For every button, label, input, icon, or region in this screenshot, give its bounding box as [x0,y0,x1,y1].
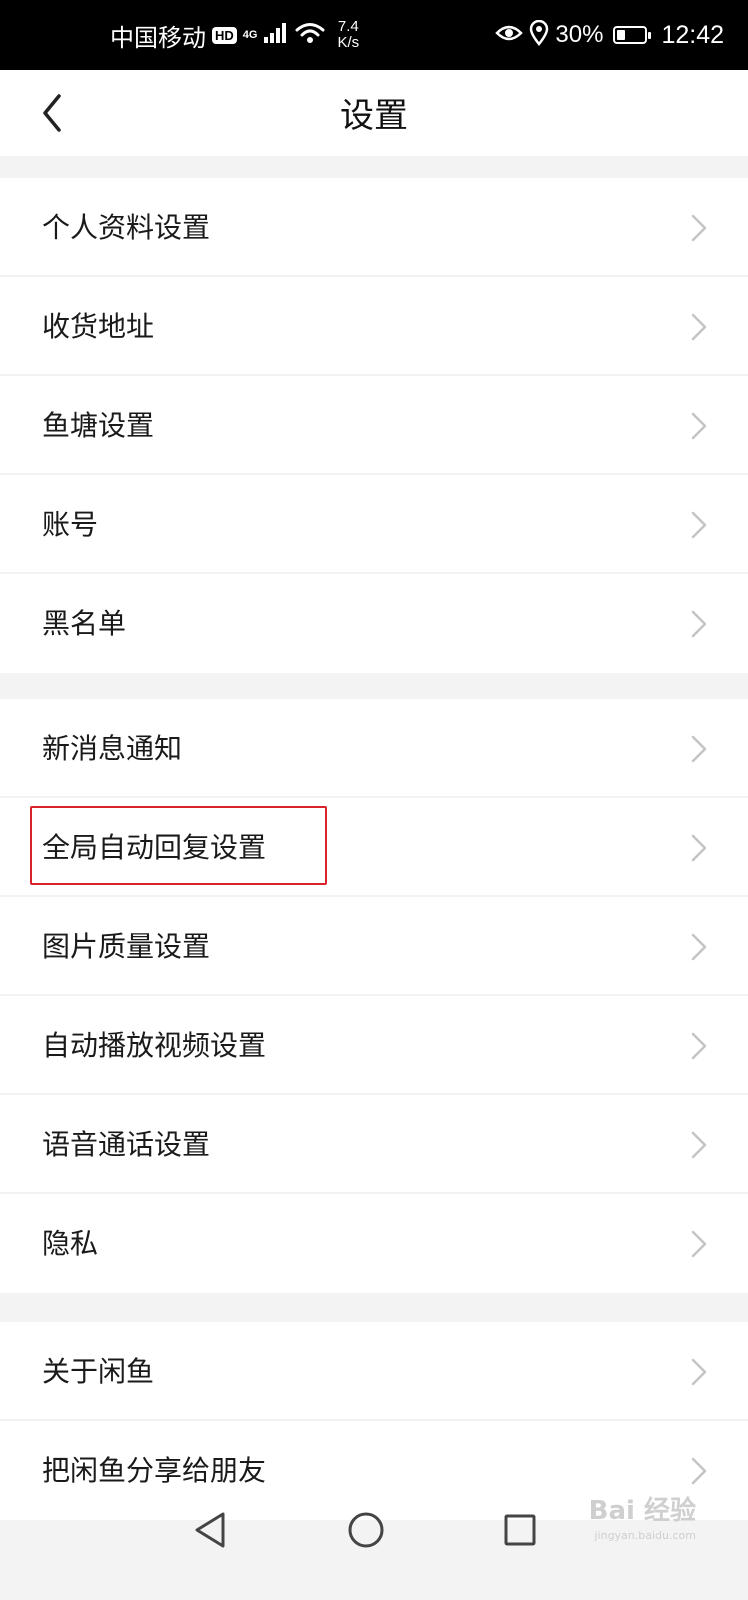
battery-percent: 30% [555,21,604,48]
settings-item-label: 鱼塘设置 [42,409,155,442]
header: 设置 [0,70,748,156]
status-right: 30% 12:42 [495,0,724,70]
watermark: Bai 经验 jingyan.baidu.com [589,1490,696,1542]
settings-item-voice-call[interactable]: 语音通话设置 [0,1095,748,1194]
home-circle-icon [348,1512,384,1548]
settings-item-label: 关于闲鱼 [42,1355,155,1388]
hd-badge: HD [212,26,237,44]
chevron-right-icon [691,412,707,440]
settings-group-general: 新消息通知 全局自动回复设置 图片质量设置 自动播放视频设置 语音通话设置 隐私 [0,699,748,1293]
settings-item-label: 语音通话设置 [42,1128,211,1161]
chevron-left-icon [43,94,61,132]
chevron-right-icon [691,610,707,638]
settings-item-label: 收货地址 [42,310,155,343]
network-type: 4G [242,28,258,41]
system-recents-button[interactable] [496,1506,544,1554]
chevron-right-icon [691,933,707,961]
settings-group-account: 个人资料设置 收货地址 鱼塘设置 账号 黑名单 [0,178,748,673]
settings-item-privacy[interactable]: 隐私 [0,1194,748,1293]
settings-item-label: 图片质量设置 [42,930,211,963]
back-triangle-icon [195,1512,225,1548]
settings-item-label: 账号 [42,508,99,541]
settings-item-image-quality[interactable]: 图片质量设置 [0,897,748,996]
settings-item-label: 个人资料设置 [42,211,211,244]
eye-icon [495,23,524,48]
settings-item-label: 黑名单 [42,607,127,640]
chevron-right-icon [691,1131,707,1159]
wifi-icon [295,22,325,49]
settings-item-label: 隐私 [42,1227,99,1260]
system-back-button[interactable] [186,1506,234,1554]
watermark-sub: jingyan.baidu.com [594,1529,696,1542]
settings-item-address[interactable]: 收货地址 [0,277,748,376]
settings-item-notifications[interactable]: 新消息通知 [0,699,748,798]
settings-item-autoplay-video[interactable]: 自动播放视频设置 [0,996,748,1095]
settings-item-label: 自动播放视频设置 [42,1029,267,1062]
clock: 12:42 [661,20,724,49]
chevron-right-icon [691,313,707,341]
net-speed-value: 7.4 [337,18,359,35]
chevron-right-icon [691,214,707,242]
back-button[interactable] [30,90,74,136]
settings-item-profile[interactable]: 个人资料设置 [0,178,748,277]
signal-icon [263,22,289,49]
battery-level [617,30,626,40]
chevron-right-icon [691,1358,707,1386]
settings-item-blacklist[interactable]: 黑名单 [0,574,748,673]
settings-item-auto-reply[interactable]: 全局自动回复设置 [0,798,748,897]
settings-item-label: 新消息通知 [42,732,183,765]
chevron-right-icon [691,511,707,539]
battery-icon [613,26,652,44]
location-icon [529,19,549,51]
net-speed-unit: K/s [337,34,360,51]
watermark-text: Bai 经验 [588,1496,696,1526]
carrier-name: 中国移动 [110,24,206,52]
status-left: 中国移动 HD 4G 7.4 K/s [110,0,359,70]
chevron-right-icon [691,1230,707,1258]
recents-square-icon [504,1514,536,1546]
page-title: 设置 [340,96,408,136]
chevron-right-icon [691,1457,707,1485]
net-speed: 7.4 K/s [337,19,359,51]
settings-item-pond[interactable]: 鱼塘设置 [0,376,748,475]
settings-item-about[interactable]: 关于闲鱼 [0,1322,748,1421]
system-home-button[interactable] [342,1506,390,1554]
chevron-right-icon [691,735,707,763]
chevron-right-icon [691,1032,707,1060]
chevron-right-icon [691,834,707,862]
settings-item-account[interactable]: 账号 [0,475,748,574]
settings-item-label: 全局自动回复设置 [42,831,267,864]
status-bar: 中国移动 HD 4G 7.4 K/s 30% 12:42 [0,0,748,70]
